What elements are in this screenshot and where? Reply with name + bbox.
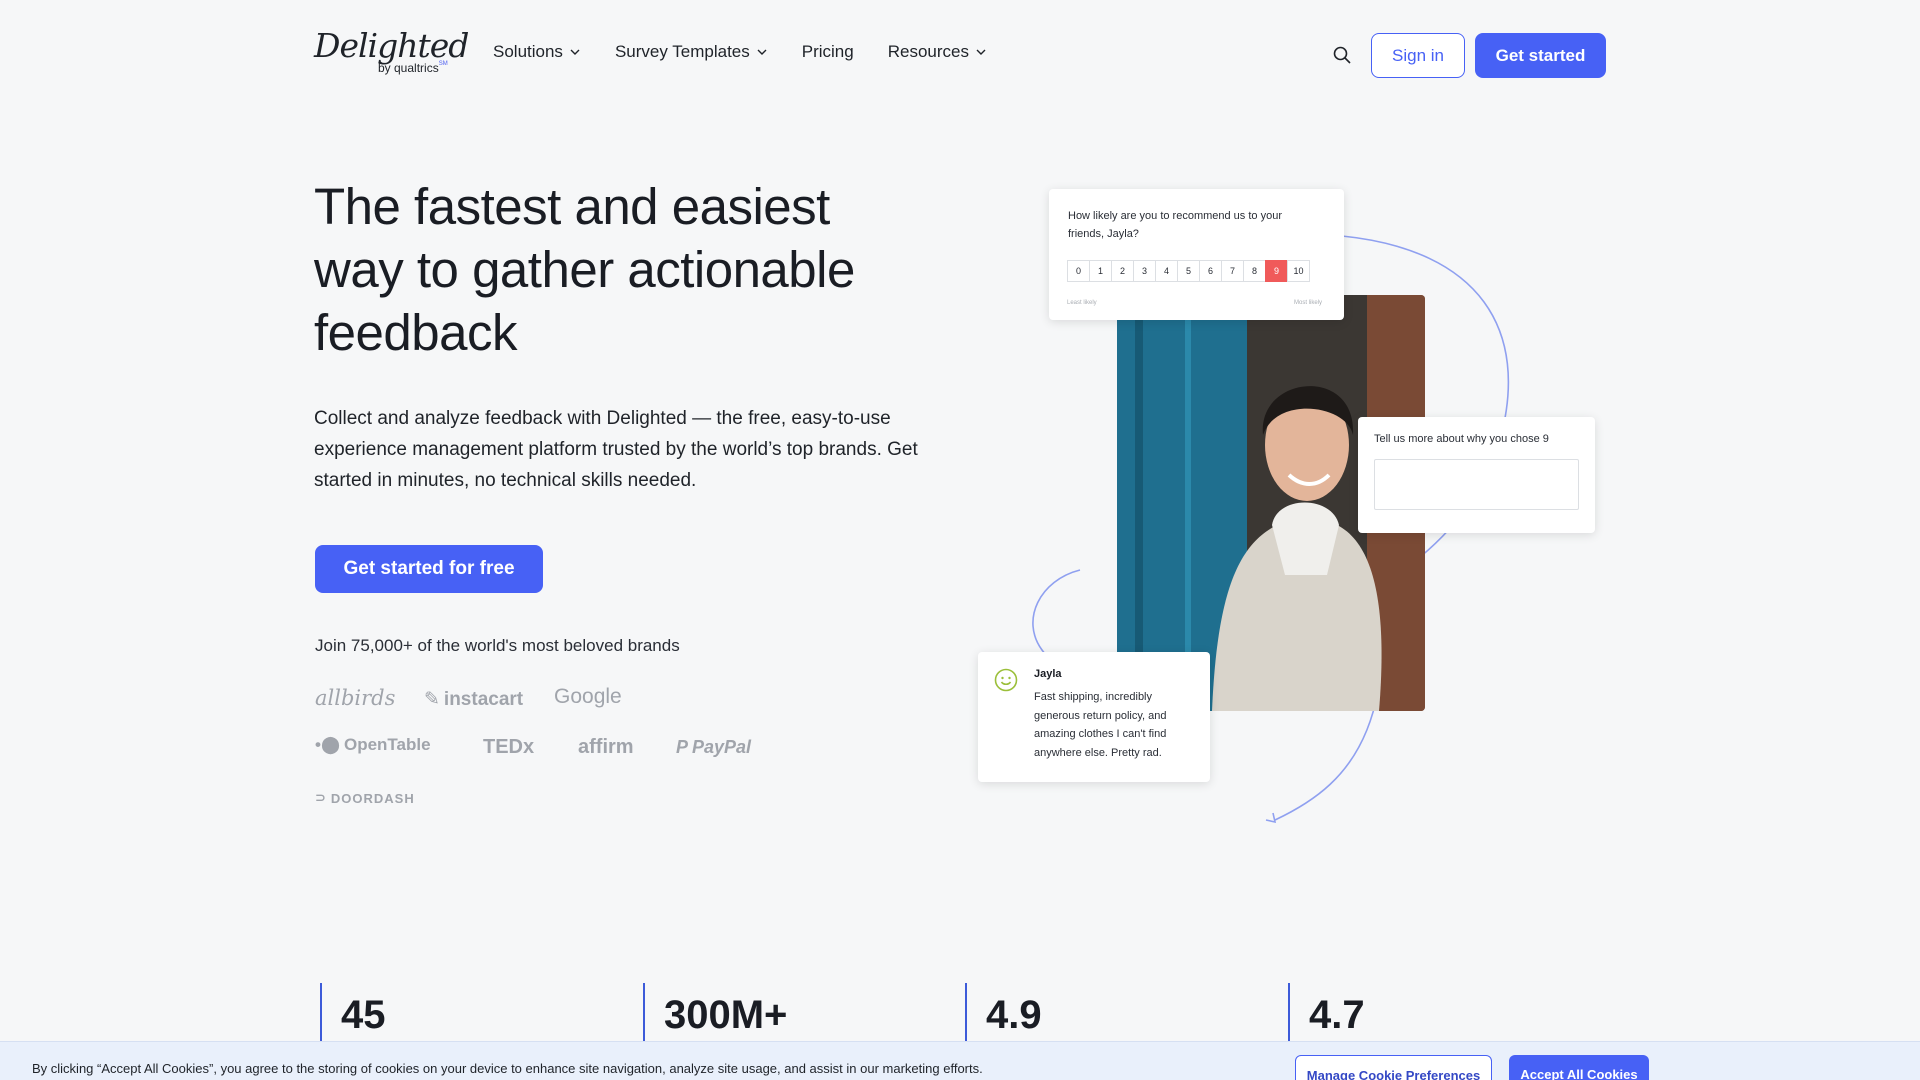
nav-pricing-label: Pricing — [801, 42, 854, 61]
doordash-dash-icon: ⊃ — [315, 790, 327, 805]
chevron-down-icon — [976, 49, 986, 55]
brand-logo-doordash: ⊃ DOORDASH — [315, 790, 415, 806]
nps-option[interactable]: 7 — [1221, 260, 1244, 282]
nav-pricing[interactable]: Pricing — [802, 42, 854, 62]
nps-option[interactable]: 6 — [1199, 260, 1222, 282]
stat-block: 4.9 — [965, 983, 1042, 1043]
stat-value: 45 — [341, 993, 386, 1037]
nps-scale: 0 1 2 3 4 5 6 7 8 9 10 — [1067, 260, 1310, 282]
get-started-button[interactable]: Get started — [1475, 33, 1606, 78]
opentable-dots-icon: •⬤ — [315, 735, 340, 754]
delighted-logo[interactable]: Delighted by qualtricsSM — [314, 26, 469, 82]
nps-survey-card: How likely are you to recommend us to yo… — [1049, 189, 1344, 320]
nav-survey-templates-label: Survey Templates — [614, 42, 750, 61]
logo-wordmark: Delighted — [314, 26, 469, 65]
decorative-curves — [1032, 235, 1510, 824]
nps-option[interactable]: 4 — [1155, 260, 1178, 282]
nps-option[interactable]: 0 — [1067, 260, 1090, 282]
site-header: Delighted by qualtricsSM Solutions Surve… — [0, 0, 1920, 110]
brand-logo-instacart-text: instacart — [443, 688, 524, 710]
nav-solutions-label: Solutions — [493, 42, 563, 61]
brand-logo-tedx: TEDx — [483, 736, 535, 758]
stat-block: 300M+ — [643, 983, 787, 1043]
smiley-icon — [994, 668, 1018, 692]
brand-logo-paypal: P PayPal — [676, 737, 751, 758]
manage-cookie-preferences-button[interactable]: Manage Cookie Preferences — [1295, 1055, 1492, 1080]
nps-option[interactable]: 8 — [1243, 260, 1266, 282]
cookie-consent-text: By clicking “Accept All Cookies”, you ag… — [32, 1061, 983, 1076]
brand-logo-google: Google — [554, 685, 622, 708]
get-started-free-button[interactable]: Get started for free — [315, 545, 543, 593]
search-icon[interactable] — [1332, 45, 1352, 65]
nav-survey-templates[interactable]: Survey Templates — [615, 42, 768, 62]
hero-title-line: The fastest and easiest — [314, 178, 830, 235]
brand-logo-doordash-text: DOORDASH — [330, 790, 415, 806]
hero-description: Collect and analyze feedback with Deligh… — [314, 408, 918, 491]
cookie-banner: By clicking “Accept All Cookies”, you ag… — [0, 1041, 1920, 1080]
brand-logo-paypal-text: PayPal — [692, 737, 752, 757]
logo-subtitle: by qualtricsSM — [378, 61, 448, 75]
carrot-icon: ✎ — [424, 689, 440, 710]
nps-option[interactable]: 1 — [1089, 260, 1112, 282]
main-nav: Solutions Survey Templates Pricing Resou… — [493, 42, 1021, 62]
nav-resources-label: Resources — [887, 42, 969, 61]
stat-value: 4.9 — [986, 993, 1042, 1037]
brand-logo-affirm: affirm — [578, 736, 634, 758]
reviewer-name: Jayla — [1034, 668, 1062, 680]
nav-resources[interactable]: Resources — [888, 42, 987, 62]
accept-all-cookies-button[interactable]: Accept All Cookies — [1509, 1055, 1649, 1080]
nps-option[interactable]: 2 — [1111, 260, 1134, 282]
nps-option-selected[interactable]: 9 — [1265, 260, 1288, 282]
stat-value: 300M+ — [664, 993, 788, 1037]
followup-textarea[interactable] — [1374, 459, 1579, 510]
nps-least-label: Least likely — [1067, 300, 1097, 306]
brand-logo-allbirds: allbirds — [315, 686, 396, 710]
hero-title: The fastest and easiest way to gather ac… — [314, 175, 934, 364]
stat-block: 45 — [320, 983, 386, 1043]
brand-logo-opentable-text: OpenTable — [343, 735, 431, 754]
review-text: Fast shipping, incredibly generous retur… — [1034, 691, 1167, 759]
nps-option[interactable]: 10 — [1287, 260, 1310, 282]
logo-sm-mark: SM — [438, 61, 448, 67]
hero-title-line: feedback — [314, 304, 518, 361]
chevron-down-icon — [757, 49, 767, 55]
review-card: Jayla Fast shipping, incredibly generous… — [978, 652, 1210, 782]
paypal-p-icon: P — [676, 737, 689, 757]
hero-title-line: way to gather actionable — [314, 241, 855, 298]
stat-block: 4.7 — [1288, 983, 1365, 1043]
nav-solutions[interactable]: Solutions — [493, 42, 581, 62]
nps-most-label: Most likely — [1293, 300, 1322, 306]
stat-value: 4.7 — [1309, 993, 1365, 1037]
followup-card: Tell us more about why you chose 9 — [1358, 417, 1595, 533]
chevron-down-icon — [570, 49, 580, 55]
brand-logo-opentable: •⬤ OpenTable — [315, 735, 431, 755]
sign-in-button[interactable]: Sign in — [1371, 33, 1465, 78]
nps-question: How likely are you to recommend us to yo… — [1068, 210, 1282, 240]
logo-subtitle-text: by qualtrics — [378, 61, 439, 75]
followup-question: Tell us more about why you chose 9 — [1374, 433, 1549, 445]
nps-option[interactable]: 3 — [1133, 260, 1156, 282]
nps-option[interactable]: 5 — [1177, 260, 1200, 282]
brands-caption: Join 75,000+ of the world's most beloved… — [315, 636, 680, 655]
brand-logo-instacart: ✎ instacart — [424, 688, 523, 711]
